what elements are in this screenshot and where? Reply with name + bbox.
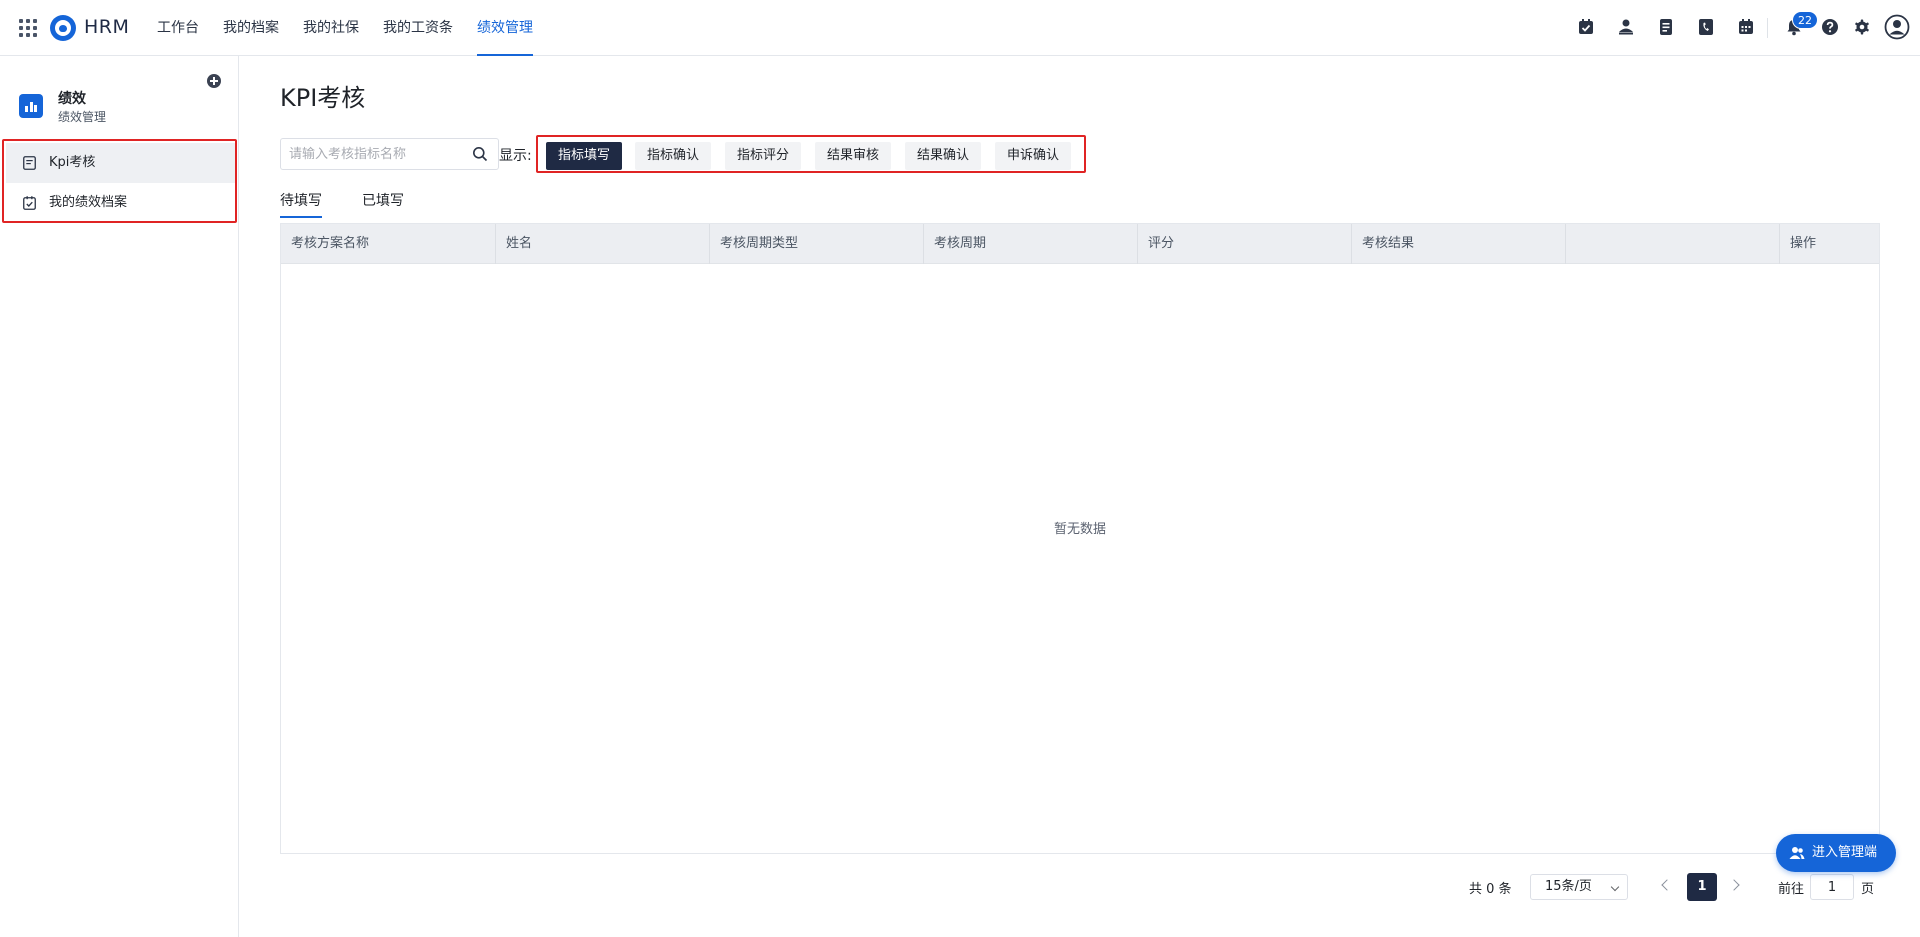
column-header-score: 评分	[1138, 224, 1352, 264]
filter-result-review-button[interactable]: 结果审核	[815, 142, 892, 170]
pagination-total: 共 0 条	[1469, 882, 1512, 897]
nav-item-performance[interactable]: 绩效管理	[477, 0, 533, 56]
users-icon	[1789, 847, 1805, 859]
nav-item-workbench[interactable]: 工作台	[157, 0, 199, 56]
top-bar: HRM 工作台 我的档案 我的社保 我的工资条 绩效管理 22	[0, 0, 1920, 56]
filter-result-confirm-button[interactable]: 结果确认	[905, 142, 982, 170]
chevron-down-icon	[1610, 882, 1620, 892]
show-label: 显示:	[499, 148, 532, 164]
sidebar-item-my-performance-records[interactable]: 我的绩效档案	[6, 183, 235, 223]
page-size-value: 15条/页	[1545, 879, 1592, 894]
filter-indicator-confirm-button[interactable]: 指标确认	[635, 142, 712, 170]
gear-icon[interactable]	[1852, 17, 1872, 37]
hrm-logo	[50, 15, 76, 41]
filter-indicator-score-button[interactable]: 指标评分	[725, 142, 802, 170]
performance-module-icon	[19, 94, 43, 118]
tab-pending[interactable]: 待填写	[280, 190, 322, 210]
nav-item-my-profile[interactable]: 我的档案	[223, 0, 279, 56]
help-icon[interactable]	[1820, 17, 1840, 37]
sidebar-title: 绩效	[58, 91, 86, 107]
filter-indicator-fill-button[interactable]: 指标填写	[546, 142, 623, 170]
sidebar-item-kpi[interactable]: Kpi考核	[6, 143, 235, 183]
filter-appeal-confirm-button[interactable]: 申诉确认	[995, 142, 1072, 170]
next-page-icon[interactable]	[1728, 879, 1740, 891]
user-stamp-icon[interactable]	[1616, 17, 1636, 37]
search-input[interactable]	[289, 139, 464, 169]
nav-item-my-payslip[interactable]: 我的工资条	[383, 0, 453, 56]
sidebar-item-label: Kpi考核	[49, 155, 96, 170]
column-header-plan-name: 考核方案名称	[281, 224, 496, 264]
search-box	[280, 138, 499, 170]
sidebar-menu: Kpi考核 我的绩效档案	[2, 139, 237, 223]
calendar-icon[interactable]	[1736, 17, 1756, 37]
page-title: KPI考核	[280, 84, 366, 112]
empty-state-text: 暂无数据	[1053, 522, 1106, 537]
top-nav: 工作台 我的档案 我的社保 我的工资条 绩效管理	[157, 0, 557, 56]
enter-admin-button[interactable]: 进入管理端	[1776, 834, 1896, 872]
phone-book-icon[interactable]	[1696, 17, 1716, 37]
table-header: 考核方案名称 姓名 考核周期类型 考核周期 评分 考核结果 操作	[281, 224, 1879, 264]
goto-page-input[interactable]	[1810, 874, 1854, 900]
column-header-blank	[1566, 224, 1780, 264]
active-tab-indicator	[280, 216, 322, 218]
enter-admin-label: 进入管理端	[1812, 845, 1878, 860]
column-header-actions: 操作	[1790, 236, 1817, 251]
document-icon[interactable]	[1656, 17, 1676, 37]
toolbar-divider	[1767, 18, 1768, 38]
search-icon[interactable]	[472, 146, 488, 162]
page-number-current[interactable]: 1	[1687, 873, 1717, 901]
goto-label: 前往	[1778, 882, 1805, 897]
app-grid-icon[interactable]	[19, 19, 37, 37]
tab-filled[interactable]: 已填写	[362, 190, 404, 210]
status-filter-group: 指标填写 指标确认 指标评分 结果审核 结果确认 申诉确认	[536, 135, 1086, 173]
column-header-cycle-type: 考核周期类型	[710, 224, 924, 264]
sidebar: 绩效 绩效管理 Kpi考核 我的绩效档案	[0, 56, 239, 937]
column-header-cycle: 考核周期	[924, 224, 1138, 264]
column-header-result: 考核结果	[1352, 224, 1566, 264]
add-circle-icon[interactable]	[207, 74, 221, 88]
report-icon	[23, 156, 36, 170]
column-header-name: 姓名	[496, 224, 710, 264]
kpi-table: 考核方案名称 姓名 考核周期类型 考核周期 评分 考核结果 操作 暂无数据	[280, 223, 1880, 854]
sidebar-item-label: 我的绩效档案	[49, 195, 128, 210]
calendar-check-icon[interactable]	[1576, 17, 1596, 37]
prev-page-icon[interactable]	[1661, 879, 1673, 891]
sidebar-subtitle: 绩效管理	[58, 110, 107, 124]
checklist-icon	[23, 196, 36, 210]
user-avatar-icon[interactable]	[1884, 14, 1910, 40]
notification-badge: 22	[1792, 11, 1818, 29]
page-size-select[interactable]: 15条/页	[1530, 874, 1628, 900]
goto-unit-label: 页	[1861, 882, 1875, 897]
brand-name: HRM	[84, 16, 130, 38]
nav-item-my-social-security[interactable]: 我的社保	[303, 0, 359, 56]
